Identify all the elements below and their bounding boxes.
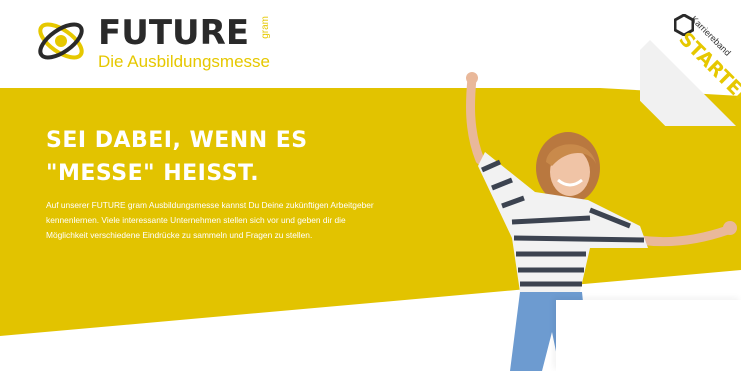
hero-description: Auf unserer FUTURE gram Ausbildungsmesse… xyxy=(46,200,374,240)
atom-orbit-logo-icon xyxy=(38,22,84,60)
brand-suffix: gram xyxy=(260,16,271,39)
hero-title: SEI DABEI, WENN ES "MESSE" HEISST. xyxy=(46,124,376,190)
content-card xyxy=(556,300,741,371)
brand-tagline: Die Ausbildungsmesse xyxy=(98,52,270,71)
hero-title-line-1: SEI DABEI, WENN ES xyxy=(46,128,308,153)
brand-name: FUTURE xyxy=(98,13,250,53)
brand-logo[interactable]: FUTURE gram Die Ausbildungsmesse xyxy=(34,12,294,78)
page: FUTURE gram Die Ausbildungsmesse Karrier… xyxy=(0,0,741,371)
hero-title-line-2: "MESSE" HEISST. xyxy=(46,161,260,186)
